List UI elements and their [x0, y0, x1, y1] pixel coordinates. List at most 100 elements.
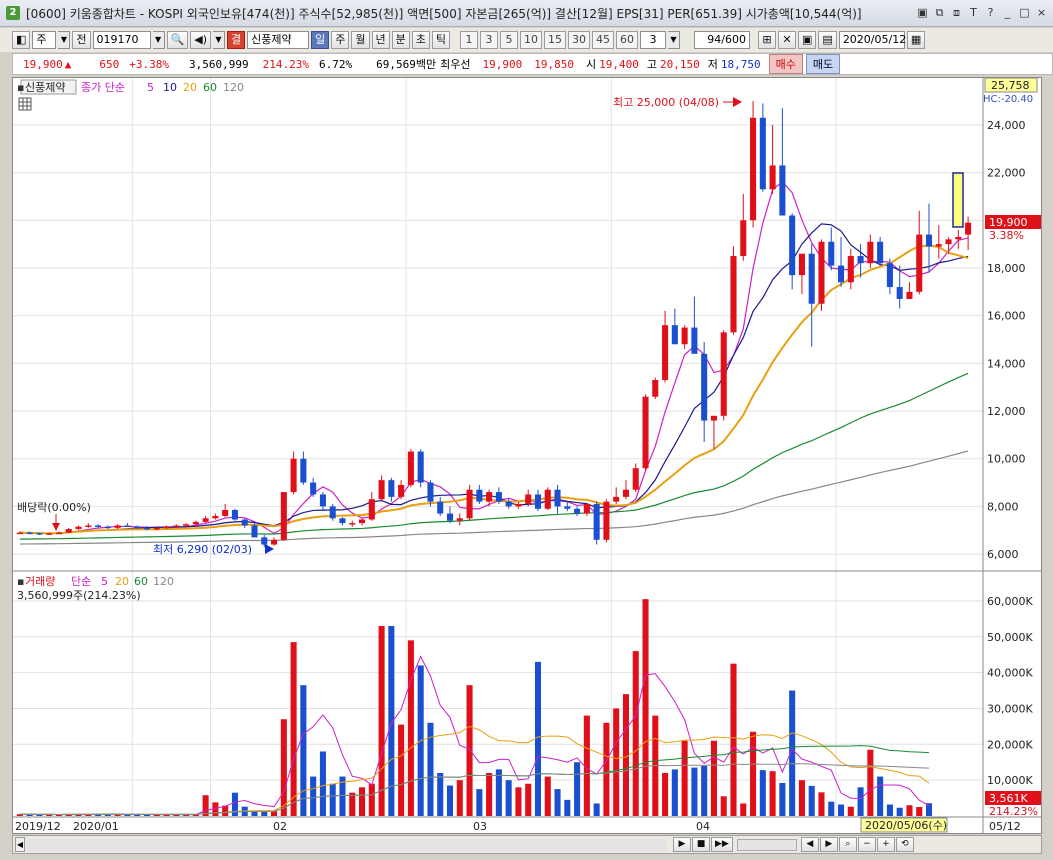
- chevron-down-icon[interactable]: ▼: [213, 31, 225, 49]
- buy-button[interactable]: 매수: [768, 54, 803, 74]
- volume-ma-title: 단순: [71, 575, 91, 588]
- stock-code-input[interactable]: 019170: [92, 31, 151, 49]
- volume-ma-period-120: 120: [153, 575, 174, 588]
- candle-body: [886, 263, 893, 288]
- stock-chart-svg[interactable]: 24,00022,00020,00018,00016,00014,00012,0…: [13, 77, 1041, 833]
- chart-area[interactable]: 24,00022,00020,00018,00016,00014,00012,0…: [12, 77, 1042, 834]
- scroll-prev-icon[interactable]: ◀: [800, 837, 819, 852]
- volume-bar: [446, 785, 454, 816]
- reset-icon[interactable]: ⟲: [895, 837, 914, 852]
- candle-body: [838, 265, 845, 283]
- volume-bar: [730, 663, 737, 816]
- interval-button[interactable]: 1: [460, 31, 478, 49]
- volume-bar: [867, 749, 874, 816]
- interval-input[interactable]: 3: [640, 31, 666, 49]
- ma-period-60: 60: [203, 81, 217, 94]
- volume-axis-label: 50,000K: [987, 631, 1033, 644]
- menu-icon[interactable]: ◧: [12, 31, 31, 49]
- data-count-input[interactable]: 94/600: [694, 31, 750, 49]
- stop-icon[interactable]: ■: [692, 837, 710, 852]
- volume-bar: [554, 789, 561, 816]
- price-axis-label: 14,000: [987, 357, 1026, 370]
- candle-body: [104, 526, 111, 529]
- volume-bar: [486, 772, 493, 816]
- crosshair-icon[interactable]: ✕: [778, 31, 796, 49]
- help-icon[interactable]: ?: [983, 5, 998, 20]
- candle-body: [36, 533, 43, 535]
- play-icon[interactable]: ▶: [673, 837, 691, 852]
- candle-body: [798, 253, 805, 276]
- zoom-in-icon[interactable]: +: [876, 837, 895, 852]
- candle-body: [456, 518, 463, 521]
- best-quote-label: 최우선: [440, 58, 471, 71]
- close-button[interactable]: ×: [1034, 5, 1049, 20]
- period-button-year[interactable]: 년: [371, 31, 390, 49]
- candle-body: [662, 325, 669, 381]
- interval-button[interactable]: 5: [500, 31, 518, 49]
- speaker-icon[interactable]: ◀): [190, 31, 211, 49]
- interval-button[interactable]: 60: [616, 31, 638, 49]
- ma-period-120: 120: [223, 81, 244, 94]
- period-button-second[interactable]: 초: [411, 31, 430, 49]
- volume-bar: [349, 792, 356, 816]
- zoom-out-icon[interactable]: −: [857, 837, 876, 852]
- scroll-next-icon[interactable]: ▶: [819, 837, 838, 852]
- restore-icon[interactable]: ⧉: [932, 5, 947, 20]
- search-icon[interactable]: 🔍: [166, 31, 189, 49]
- candle-body: [720, 332, 727, 416]
- minimize-button[interactable]: _: [1000, 5, 1015, 20]
- link-icon[interactable]: ⧈: [949, 5, 964, 20]
- candle-body: [349, 523, 356, 525]
- interval-button[interactable]: 10: [520, 31, 542, 49]
- candle-body: [163, 526, 170, 529]
- text-icon[interactable]: T: [966, 5, 981, 20]
- sell-button[interactable]: 매도: [805, 54, 841, 74]
- maximize-button[interactable]: □: [1017, 5, 1032, 20]
- ma-period-5: 5: [147, 81, 154, 94]
- period-button-tick[interactable]: 틱: [431, 31, 450, 49]
- candle-body: [271, 539, 278, 545]
- volume-bar: [505, 780, 512, 816]
- scroll-left-icon[interactable]: ◀: [15, 837, 25, 852]
- prev-button[interactable]: 전: [72, 31, 91, 49]
- volume-bar: [124, 814, 131, 816]
- chevron-down-icon[interactable]: ▼: [58, 31, 71, 49]
- volume-bar: [798, 780, 805, 816]
- candle-body: [310, 482, 317, 495]
- zoom-icon[interactable]: ⌕: [838, 837, 857, 852]
- zoom-slider[interactable]: [736, 838, 797, 851]
- chart-toolbar: ◧ 주 ▼ 전 019170 ▼ 🔍 ◀) ▼ 결 신풍제약 일 주 월 년 분…: [0, 28, 1053, 52]
- print-icon[interactable]: ▤: [818, 31, 837, 49]
- price-axis-label: 10,000: [987, 453, 1026, 466]
- volume-bar: [740, 803, 747, 816]
- order-type-badge[interactable]: 결: [227, 31, 246, 49]
- candle-body: [574, 508, 581, 514]
- period-button-month[interactable]: 월: [351, 31, 370, 49]
- candle-settings-icon[interactable]: ⊞: [758, 31, 776, 49]
- fast-forward-icon[interactable]: ▶▶: [711, 837, 733, 852]
- interval-button[interactable]: 3: [480, 31, 498, 49]
- period-button-day[interactable]: 일: [311, 31, 330, 49]
- interval-button[interactable]: 30: [568, 31, 590, 49]
- scroll-track[interactable]: [27, 838, 667, 851]
- volume-ma-period-60: 60: [134, 575, 148, 588]
- chevron-down-icon[interactable]: ▼: [152, 31, 165, 49]
- candle-body: [300, 458, 307, 483]
- candle-body: [16, 532, 23, 535]
- candle-body: [85, 525, 92, 527]
- interval-button[interactable]: 45: [592, 31, 614, 49]
- interval-button[interactable]: 15: [544, 31, 566, 49]
- save-icon[interactable]: ▣: [798, 31, 817, 49]
- title-bar: 2 [0600] 키움종합차트 - KOSPI 외국인보유[474(천)] 주식…: [0, 0, 1053, 27]
- max-price-annotation: 최고 25,000 (04/08): [613, 96, 719, 109]
- chevron-down-icon[interactable]: ▼: [668, 31, 680, 49]
- volume-bar: [525, 783, 532, 816]
- volume-bar: [544, 776, 551, 816]
- calendar-icon[interactable]: ▦: [906, 31, 926, 49]
- market-select[interactable]: 주: [32, 31, 57, 49]
- layout-icon[interactable]: ▣: [915, 5, 930, 20]
- volume-bar: [906, 805, 913, 816]
- date-input[interactable]: 2020/05/12: [838, 31, 906, 49]
- period-button-minute[interactable]: 분: [391, 31, 410, 49]
- period-button-week[interactable]: 주: [331, 31, 350, 49]
